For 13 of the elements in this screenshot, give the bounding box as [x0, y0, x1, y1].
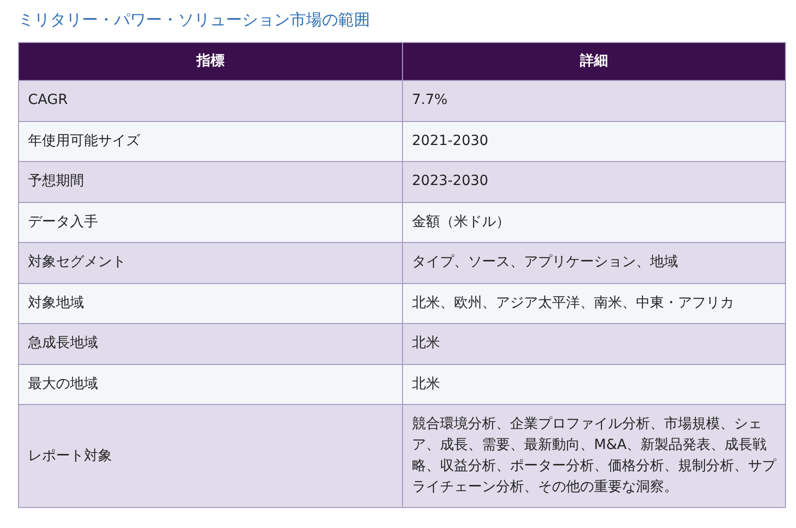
- table-cell: タイプ、ソース、アプリケーション、地域: [402, 242, 786, 283]
- page-title: ミリタリー・パワー・ソリューション市場の範囲: [18, 9, 371, 31]
- column-header: 指標: [18, 42, 402, 80]
- table-cell: 競合環境分析、企業プロファイル分析、市場規模、シェア、成長、需要、最新動向、M&A、新製品発表、成長戦略、収益分析、ポーター分析、価格分析、規制分析、サプライチェーン分析、その他の重要な洞察。: [402, 404, 786, 508]
- table-cell: 7.7%: [402, 80, 786, 121]
- table-cell: 対象セグメント: [18, 242, 402, 283]
- table-cell: 急成長地域: [18, 324, 402, 364]
- table-cell: レポート対象: [18, 404, 402, 508]
- table-cell: CAGR: [18, 80, 402, 121]
- column-header: 詳細: [402, 42, 786, 80]
- table-cell: 北米: [402, 324, 786, 364]
- table-cell: 2023-2030: [402, 162, 786, 202]
- table-cell: 予想期間: [18, 162, 402, 202]
